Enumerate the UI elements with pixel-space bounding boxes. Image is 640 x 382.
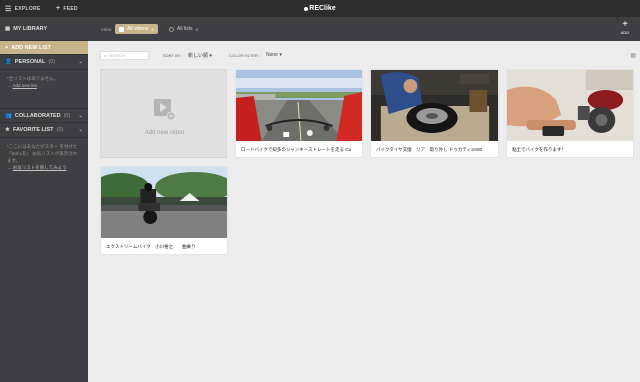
view-bar: VIEW: All videos 4 All lists 0 + ADD xyxy=(88,17,640,41)
search-placeholder: SEARCH xyxy=(108,53,125,58)
personal-empty-state: *全リストはありません。 → Add new list xyxy=(0,70,88,108)
favorite-count: (0) xyxy=(56,127,64,133)
explore-label: EXPLORE xyxy=(14,5,41,12)
all-lists-tab[interactable]: All lists 0 xyxy=(165,24,202,34)
all-videos-tab[interactable]: All videos 4 xyxy=(115,24,158,34)
video-thumbnail xyxy=(236,70,362,141)
top-bar: ☰ EXPLORE + FEED REClike xyxy=(0,0,640,17)
grid-view-icon[interactable]: ▦ xyxy=(630,52,636,59)
plus-icon: + xyxy=(622,19,628,30)
color-filter-label: COLOR FILTER : xyxy=(229,53,261,58)
all-lists-label: All lists xyxy=(177,26,193,32)
personal-section-header[interactable]: 👤 PERSONAL (0) ⌄ xyxy=(0,55,88,70)
personal-count: (0) xyxy=(48,59,56,65)
logo: REClike xyxy=(0,0,640,17)
add-video-card[interactable]: Add new video xyxy=(100,69,227,158)
sidebar: ▣ MY LIBRARY + ADD NEW LIST 👤 PERSONAL (… xyxy=(0,17,88,382)
feed-nav[interactable]: + FEED xyxy=(56,0,78,17)
search-icon: ⌕ xyxy=(104,53,107,58)
video-card[interactable]: エクストリームバイク 小川裕之 曲乗り xyxy=(100,166,228,255)
video-title: ロードバイクで知多のジャンキーストレートを走る Go xyxy=(241,147,352,152)
add-video-label: Add new video xyxy=(144,130,185,136)
video-title: エクストリームバイク 小川裕之 曲乗り xyxy=(106,244,196,249)
feed-label: FEED xyxy=(63,5,78,12)
personal-label: PERSONAL xyxy=(14,59,46,65)
favorite-label: FAVORITE LIST xyxy=(12,127,54,133)
chevron-down-icon: ⌄ xyxy=(78,127,83,133)
add-video-icon xyxy=(154,99,175,120)
my-library-header[interactable]: ▣ MY LIBRARY xyxy=(0,17,88,41)
video-thumbnail xyxy=(101,167,227,238)
video-thumbnail xyxy=(371,70,498,141)
video-thumbnail xyxy=(507,70,633,141)
add-new-list-button[interactable]: + ADD NEW LIST xyxy=(0,41,88,55)
chevron-down-icon: ⌄ xyxy=(78,112,83,119)
favorite-empty-state: *ここにはあなたがスター を付けた「Sof Lを」 お気リストが表示されます。 … xyxy=(0,138,88,178)
explore-nav[interactable]: ☰ EXPLORE xyxy=(5,0,41,17)
video-title: バイクタイヤ交換 リア 取り外し ドゥカティSS90 xyxy=(376,147,483,152)
favorite-section-header[interactable]: ★ FAVORITE LIST (0) ⌄ xyxy=(0,123,88,138)
person-icon: 👤 xyxy=(5,59,12,65)
favorite-browse-link[interactable]: お気リストを探してみよう xyxy=(13,165,67,170)
add-button[interactable]: + ADD xyxy=(619,19,631,36)
my-library-label: MY LIBRARY xyxy=(13,25,48,32)
video-card[interactable]: バイクタイヤ交換 リア 取り外し ドゥカティSS90 xyxy=(370,69,499,158)
group-icon: 👥 xyxy=(5,112,12,119)
search-input[interactable]: ⌕ SEARCH xyxy=(100,51,149,60)
logo-dot-icon xyxy=(304,6,309,11)
favorite-empty-text: *ここにはあなたがスター を付けた「Sof Lを」 お気リストが表示されます。 xyxy=(7,144,78,163)
video-card[interactable]: 粘土でバイクを作ります！ xyxy=(506,69,634,158)
personal-empty-text: *全リストはありません。 xyxy=(7,76,59,81)
grid-menu-icon: ☰ xyxy=(5,5,12,13)
list-icon xyxy=(169,26,174,32)
plus-icon: + xyxy=(5,44,9,51)
star-icon: ★ xyxy=(5,127,10,133)
all-videos-label: All videos xyxy=(127,26,149,32)
color-filter-select[interactable]: None ▾ xyxy=(266,52,282,58)
all-videos-count: 4 xyxy=(151,26,154,32)
view-label: VIEW: xyxy=(101,27,113,32)
plus-icon: + xyxy=(56,5,61,12)
collaborated-count: (0) xyxy=(63,112,71,119)
logo-text: REClike xyxy=(309,5,336,12)
collaborated-section-header[interactable]: 👥 COLLABORATED (0) ⌄ xyxy=(0,108,88,123)
video-title: 粘土でバイクを作ります！ xyxy=(512,147,566,152)
sort-label: SORT BY : xyxy=(163,53,183,58)
filter-toolbar: ⌕ SEARCH SORT BY : 新しい順 ▾ COLOR FILTER :… xyxy=(88,41,640,67)
add-label: ADD xyxy=(620,30,630,35)
library-icon: ▣ xyxy=(5,25,11,32)
video-icon xyxy=(119,26,124,32)
chevron-down-icon: ⌄ xyxy=(78,59,83,65)
all-lists-count: 0 xyxy=(195,26,198,32)
personal-add-link[interactable]: Add new list xyxy=(13,83,37,88)
video-card[interactable]: ロードバイクで知多のジャンキーストレートを走る Go xyxy=(235,69,363,158)
collaborated-label: COLLABORATED xyxy=(14,112,61,119)
sort-select[interactable]: 新しい順 ▾ xyxy=(188,52,212,59)
add-new-list-label: ADD NEW LIST xyxy=(11,44,51,51)
